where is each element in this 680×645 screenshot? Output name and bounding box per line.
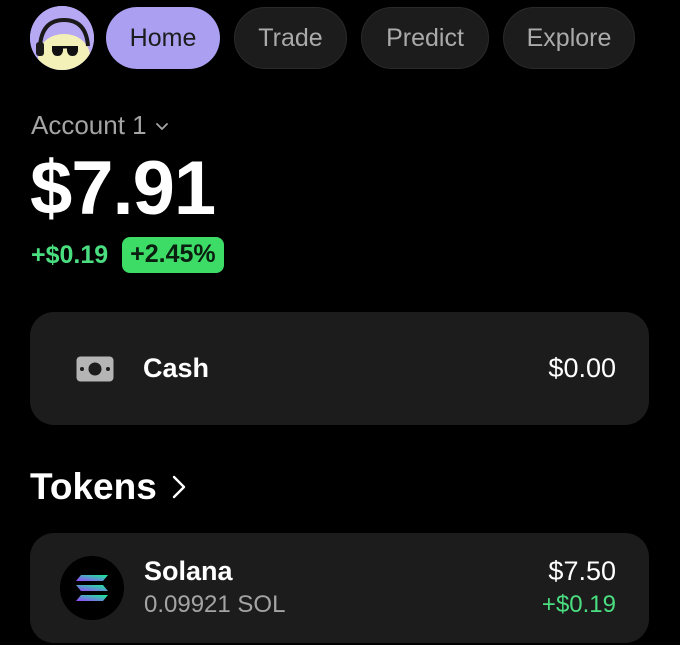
token-amount: 0.09921 SOL bbox=[144, 591, 286, 618]
cash-label: Cash bbox=[143, 353, 210, 383]
tab-explore[interactable]: Explore bbox=[503, 7, 635, 69]
balance-change-amount: +$0.19 bbox=[31, 240, 109, 269]
cash-icon bbox=[76, 356, 114, 381]
token-name: Solana bbox=[144, 556, 233, 586]
token-values: $7.50 +$0.19 bbox=[542, 554, 616, 622]
account-balance: $7.91 bbox=[30, 146, 216, 231]
token-row-solana[interactable]: Solana 0.09921 SOL $7.50 +$0.19 bbox=[30, 533, 649, 643]
chevron-down-icon bbox=[155, 122, 168, 130]
top-navigation: Home Trade Predict Explore bbox=[30, 6, 635, 70]
token-usd-value: $7.50 bbox=[548, 556, 616, 586]
account-selector[interactable]: Account 1 bbox=[31, 110, 169, 141]
cash-value: $0.00 bbox=[548, 353, 616, 383]
tab-explore-label: Explore bbox=[526, 23, 612, 52]
tab-home-label: Home bbox=[129, 23, 197, 52]
tokens-heading: Tokens bbox=[30, 466, 157, 507]
tab-predict[interactable]: Predict bbox=[361, 7, 489, 69]
token-info: Solana 0.09921 SOL bbox=[144, 554, 542, 622]
tokens-section-link[interactable]: Tokens bbox=[30, 466, 187, 508]
tab-predict-label: Predict bbox=[386, 23, 464, 52]
tab-trade[interactable]: Trade bbox=[234, 7, 347, 69]
tab-trade-label: Trade bbox=[258, 23, 323, 52]
account-name: Account 1 bbox=[31, 110, 147, 140]
balance-change: +$0.19 +2.45% bbox=[31, 237, 224, 273]
token-change: +$0.19 bbox=[541, 591, 616, 618]
solana-logo-icon bbox=[60, 556, 124, 620]
avatar-icon[interactable] bbox=[30, 6, 94, 70]
chevron-right-icon bbox=[172, 475, 185, 499]
balance-change-percent-badge: +2.45% bbox=[122, 237, 224, 273]
cash-card[interactable]: Cash $0.00 bbox=[30, 312, 649, 425]
tab-home[interactable]: Home bbox=[106, 7, 220, 69]
